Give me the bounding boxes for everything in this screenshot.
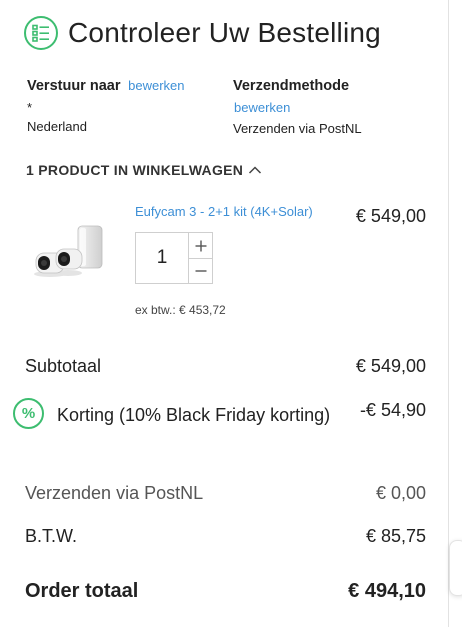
order-review-panel: Controleer Uw Bestelling Verstuur naar b…: [0, 0, 449, 627]
quantity-input[interactable]: 1: [136, 233, 188, 283]
shipping-cost-value: € 0,00: [375, 483, 426, 503]
page-title: Controleer Uw Bestelling: [68, 17, 381, 48]
percent-discount-icon: %: [13, 398, 44, 429]
discount-label: Korting (10% Black Friday korting): [57, 405, 331, 425]
discount-value: -€ 54,90: [359, 400, 426, 420]
ship-to-section: Verstuur naar bewerken * Nederland: [27, 78, 185, 134]
chevron-up-icon: [249, 166, 262, 174]
order-total-value: € 494,10: [348, 580, 426, 602]
shipping-method-edit-link[interactable]: bewerken: [234, 100, 362, 115]
quantity-stepper: 1: [135, 232, 213, 284]
decrease-quantity-button[interactable]: [189, 258, 212, 283]
order-total-row: Order totaal € 494,10: [25, 580, 426, 603]
address-line: *: [27, 100, 33, 115]
shipping-method-label: Verzendmethode: [233, 78, 350, 94]
cart-toggle-label: 1 PRODUCT IN WINKELWAGEN: [26, 162, 244, 178]
shipping-cost-label: Verzenden via PostNL: [25, 483, 204, 503]
discount-row: % Korting (10% Black Friday korting) -€ …: [13, 398, 426, 468]
subtotal-label: Subtotaal: [25, 356, 102, 376]
tax-label: B.T.W.: [25, 526, 78, 546]
cart-toggle[interactable]: 1 PRODUCT IN WINKELWAGEN: [26, 162, 262, 178]
subtotal-value: € 549,00: [355, 356, 426, 376]
shipping-cost-row: Verzenden via PostNL € 0,00: [25, 483, 426, 504]
review-header: Controleer Uw Bestelling: [24, 16, 381, 50]
tax-row: B.T.W. € 85,75: [25, 526, 426, 547]
increase-quantity-button[interactable]: [189, 233, 212, 258]
ship-to-label: Verstuur naar: [27, 78, 121, 94]
quantity-buttons: [188, 233, 212, 283]
order-total-label: Order totaal: [25, 580, 139, 602]
ship-to-edit-link[interactable]: bewerken: [128, 78, 184, 93]
shipping-method-value: Verzenden via PostNL: [233, 121, 362, 136]
address-country: Nederland: [27, 119, 87, 134]
product-price: € 549,00: [355, 206, 426, 226]
security-camera-kit-image: [30, 220, 110, 282]
floating-widget-edge[interactable]: [449, 540, 462, 596]
product-ex-tax-price: ex btw.: € 453,72: [135, 303, 226, 317]
shipping-method-section: Verzendmethode bewerken Verzenden via Po…: [233, 78, 362, 136]
tax-value: € 85,75: [365, 526, 426, 546]
minus-icon: [195, 270, 206, 272]
product-name-link[interactable]: Eufycam 3 - 2+1 kit (4K+Solar): [135, 204, 313, 219]
list-checklist-icon: [24, 16, 58, 50]
plus-icon: [195, 240, 206, 251]
subtotal-row: Subtotaal € 549,00: [25, 356, 426, 377]
